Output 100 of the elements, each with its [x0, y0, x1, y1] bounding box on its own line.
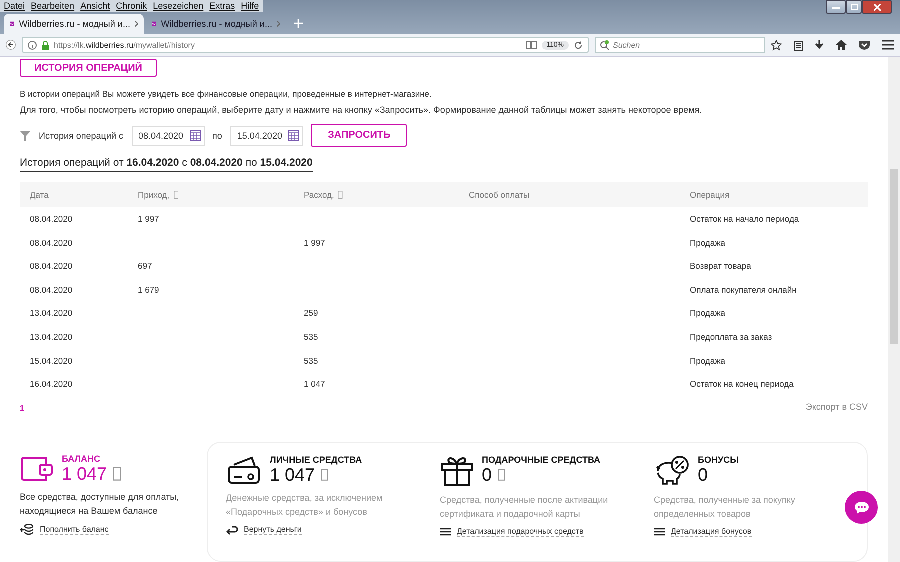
reader-view-icon[interactable] — [526, 40, 537, 50]
action-link[interactable]: Пополнить баланс — [40, 524, 109, 534]
home-icon[interactable] — [836, 40, 847, 50]
table-cell: 535 — [304, 332, 318, 342]
wallet-icon — [20, 454, 54, 484]
bank-card-icon — [226, 455, 262, 485]
card-description: Средства, полученные после активации сертификата и подарочной карты — [440, 494, 610, 521]
list-icon — [440, 528, 451, 536]
ruble-sign-icon — [338, 190, 344, 199]
table-cell: 535 — [304, 356, 318, 366]
column-header: Расход, — [304, 190, 334, 200]
column-header: Дата — [30, 190, 49, 200]
tab-title: Wildberries.ru - модный и... — [161, 19, 272, 29]
menu-item[interactable]: Extras — [210, 1, 236, 11]
list-icon — [654, 528, 665, 536]
amount-value: 1 047 — [62, 464, 108, 484]
table-cell: 259 — [304, 308, 318, 318]
site-logo-icon — [152, 19, 156, 29]
action-link[interactable]: Вернуть деньги — [244, 525, 302, 535]
table-cell: 1 997 — [304, 238, 326, 248]
ruble-sign-icon — [321, 469, 328, 481]
star-icon[interactable] — [771, 40, 782, 50]
calendar-icon[interactable] — [288, 130, 300, 142]
table-cell: 1 997 — [138, 214, 160, 224]
menu-icon[interactable] — [882, 40, 894, 50]
table-cell: Продажа — [690, 308, 726, 318]
reload-icon[interactable] — [574, 40, 583, 50]
ruble-sign-icon — [174, 190, 178, 199]
filter-label: по — [212, 130, 222, 141]
filter-label: История операций с — [39, 130, 124, 141]
table-cell: 08.04.2020 — [30, 238, 73, 248]
page-link[interactable]: 1 — [20, 404, 24, 413]
table-cell: 16.04.2020 — [30, 379, 73, 390]
table-cell: 1 047 — [304, 379, 326, 390]
table-cell: 08.04.2020 — [30, 214, 73, 224]
piggy-bank-percent-icon — [654, 455, 690, 487]
table-cell: Оплата покупателя онлайн — [690, 284, 797, 295]
gift-icon — [440, 455, 474, 487]
download-icon[interactable] — [815, 40, 824, 50]
card-description: Средства, полученные за покупку определенных товаров — [654, 494, 796, 521]
info-icon[interactable] — [28, 40, 37, 50]
clipboard-icon[interactable] — [794, 40, 803, 50]
new-tab-icon[interactable] — [294, 19, 303, 28]
maximize-icon[interactable] — [846, 0, 862, 14]
report-title: История операций от 16.04.2020 с 08.04.2020 по 15.04.2020 — [20, 157, 313, 172]
chat-bubble-icon — [854, 502, 868, 514]
browser-tab[interactable]: Wildberries.ru - модный и... — [146, 14, 286, 34]
intro-text: Для того, чтобы посмотреть историю операций, выберите дату и нажмите на кнопку «Запросить». Формирование данной таблицы может занять некоторое время. — [20, 105, 704, 116]
menu-item[interactable]: Chronik — [116, 1, 148, 11]
menu-item[interactable]: Ansicht — [80, 1, 110, 11]
table-cell: 1 679 — [138, 284, 160, 295]
plus-coins-icon — [20, 524, 34, 535]
table-cell: 08.04.2020 — [30, 284, 73, 295]
action-link[interactable]: Детализация бонусов — [671, 527, 752, 537]
request-button[interactable]: ЗАПРОСИТЬ — [311, 124, 408, 148]
section-button[interactable]: ИСТОРИЯ ОПЕРАЦИЙ — [20, 59, 157, 78]
card-title: ЛИЧНЫЕ СРЕДСТВА — [270, 455, 362, 465]
table-cell: 15.04.2020 — [30, 356, 73, 366]
scrollbar[interactable] — [888, 57, 900, 562]
column-header: Приход, — [138, 190, 170, 200]
column-header: Операция — [690, 190, 730, 200]
back-icon[interactable] — [6, 37, 16, 53]
calendar-icon[interactable] — [190, 130, 201, 142]
date-picker[interactable]: 15.04.2020 — [230, 126, 304, 146]
table-cell: Продажа — [690, 238, 726, 248]
card-description: Денежные средства, за исключением «Подарочных средств» и бонусов — [226, 492, 384, 519]
ruble-sign-icon — [498, 469, 506, 481]
column-header: Способ оплаты — [469, 190, 530, 200]
table-cell: 697 — [138, 261, 152, 272]
search-box[interactable]: Suchen — [595, 37, 765, 53]
minimize-icon[interactable] — [826, 0, 846, 14]
table-cell: 13.04.2020 — [30, 332, 73, 342]
menu-item[interactable]: Bearbeiten — [31, 1, 75, 11]
menu-item[interactable]: Lesezeichen — [153, 1, 204, 11]
menu-item[interactable]: Datei — [4, 1, 26, 11]
menu-item[interactable]: Hilfe — [241, 1, 260, 11]
amount-value: 1 047 — [270, 465, 316, 485]
intro-text: В истории операций Вы можете увидеть все финансовые операции, проведенные в интернет-магазине. — [20, 89, 433, 100]
table-cell: Возврат товара — [690, 261, 752, 272]
site-logo-icon — [10, 19, 14, 29]
table-cell: Остаток на конец периода — [690, 379, 794, 390]
lock-icon — [42, 40, 49, 50]
tab-title: Wildberries.ru - модный и... — [19, 19, 130, 29]
date-picker[interactable]: 08.04.2020 — [132, 126, 205, 146]
table-cell: Остаток на начало периода — [690, 214, 800, 224]
export-link[interactable]: Экспорт в CSV — [806, 402, 868, 412]
table-cell: 13.04.2020 — [30, 308, 73, 318]
table-cell: Предоплата за заказ — [690, 332, 772, 342]
browser-tab[interactable]: Wildberries.ru - модный и... — [4, 14, 144, 34]
table-cell: Продажа — [690, 356, 726, 366]
card-title: БОНУСЫ — [698, 455, 739, 465]
pocket-icon[interactable] — [859, 40, 870, 50]
chat-button[interactable] — [845, 491, 878, 524]
search-field[interactable]: Suchen — [613, 40, 753, 50]
card-description: Все средства, доступные для оплаты, находящиеся на Вашем балансе — [20, 491, 180, 518]
amount-value: 0 — [698, 465, 708, 485]
card-title: БАЛАНС — [62, 454, 102, 464]
card-title: ПОДАРОЧНЫЕ СРЕДСТВА — [482, 455, 601, 465]
search-icon — [600, 40, 610, 50]
action-link[interactable]: Детализация подарочных средств — [457, 527, 584, 537]
